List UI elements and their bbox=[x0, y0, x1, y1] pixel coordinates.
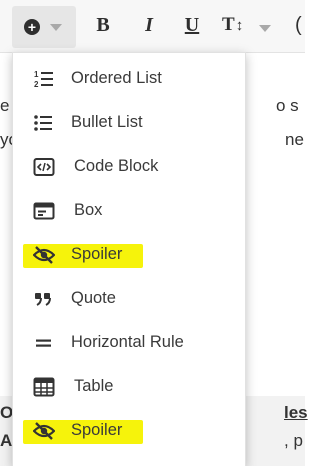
ordered-list-icon: 1 2 bbox=[34, 70, 53, 89]
menu-item-horizontal-rule[interactable]: Horizontal Rule bbox=[13, 323, 245, 363]
table-icon bbox=[33, 377, 55, 397]
box-icon bbox=[33, 202, 55, 220]
menu-item-spoiler[interactable]: Spoiler bbox=[13, 411, 245, 451]
editor-text-fragment: ne bbox=[285, 130, 304, 149]
text-size-arrows-icon: ↕ bbox=[235, 18, 244, 34]
eye-slash-icon bbox=[33, 422, 55, 440]
menu-item-label: Ordered List bbox=[71, 69, 162, 87]
quote-icon bbox=[35, 293, 51, 306]
menu-item-quote[interactable]: Quote bbox=[13, 279, 245, 319]
bold-button[interactable]: B bbox=[92, 14, 114, 40]
editor-text-fragment: , p bbox=[284, 431, 303, 450]
svg-text:2: 2 bbox=[34, 80, 39, 89]
editor-text-fragment: e bbox=[0, 96, 10, 115]
menu-item-box[interactable]: Box bbox=[13, 191, 245, 231]
insert-dropdown-button[interactable]: + bbox=[12, 6, 76, 48]
menu-item-label: Quote bbox=[71, 289, 116, 307]
menu-item-label: Code Block bbox=[74, 157, 159, 175]
code-block-icon bbox=[33, 158, 55, 176]
caret-down-icon bbox=[50, 24, 62, 31]
horizontal-rule-icon bbox=[36, 339, 51, 347]
italic-button[interactable]: I bbox=[138, 14, 160, 40]
caret-down-icon bbox=[259, 25, 271, 32]
menu-item-label: Horizontal Rule bbox=[71, 333, 184, 351]
menu-item-spoiler[interactable]: Spoiler bbox=[13, 235, 245, 275]
text-size-button[interactable]: T↕ bbox=[222, 14, 243, 40]
more-button[interactable]: ( bbox=[295, 14, 302, 37]
editor-text-fragment: les bbox=[284, 403, 308, 422]
menu-item-label: Box bbox=[74, 201, 103, 219]
editor-text-fragment: o s bbox=[276, 96, 299, 115]
editor-toolbar: + B I U T↕ ( bbox=[0, 0, 305, 53]
menu-item-label: Spoiler bbox=[71, 245, 123, 263]
svg-text:1: 1 bbox=[34, 70, 39, 79]
bullet-list-icon bbox=[34, 115, 52, 131]
eye-slash-icon bbox=[33, 246, 55, 264]
plus-circle-icon: + bbox=[24, 19, 40, 35]
menu-item-code-block[interactable]: Code Block bbox=[13, 147, 245, 187]
menu-item-label: Spoiler bbox=[71, 421, 123, 439]
insert-menu: 1 2 Ordered List Bullet List Code Block bbox=[12, 52, 246, 466]
menu-item-label: Table bbox=[74, 377, 114, 395]
text-size-label: T bbox=[222, 14, 235, 35]
menu-item-ordered-list[interactable]: 1 2 Ordered List bbox=[13, 59, 245, 99]
menu-item-bullet-list[interactable]: Bullet List bbox=[13, 103, 245, 143]
menu-item-table[interactable]: Table bbox=[13, 367, 245, 407]
menu-item-label: Bullet List bbox=[71, 113, 143, 131]
underline-button[interactable]: U bbox=[181, 14, 203, 40]
